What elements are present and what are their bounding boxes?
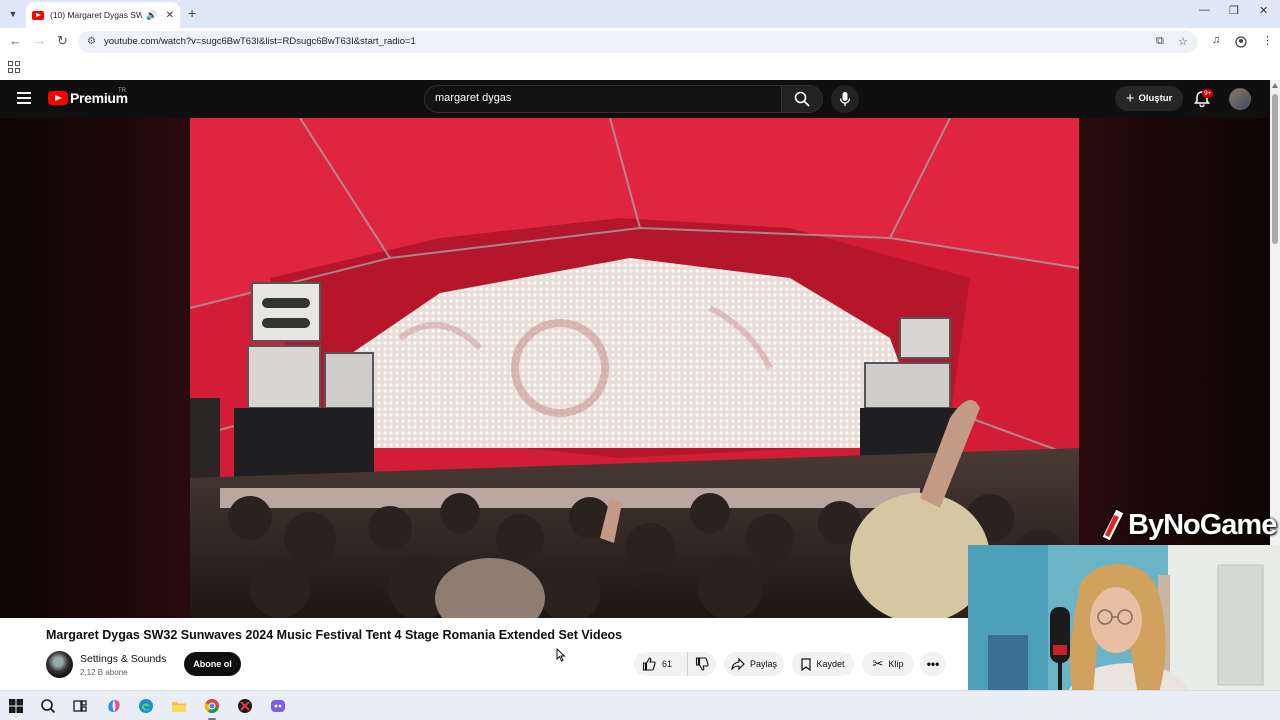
youtube-header: Premium TR + Oluştur 9+ bbox=[0, 80, 1270, 118]
browser-toolbar: ← → ↻ ⚙ youtube.com/watch?v=sugc6BwT63I&… bbox=[0, 28, 1280, 56]
bookmark-icon bbox=[801, 657, 812, 671]
restore-icon[interactable]: ❐ bbox=[1229, 4, 1239, 17]
site-info-icon[interactable]: ⚙ bbox=[87, 36, 96, 47]
dislike-button[interactable] bbox=[688, 657, 716, 671]
tab-title: (10) Margaret Dygas SW32 bbox=[50, 10, 143, 20]
save-button[interactable]: Kaydet bbox=[792, 652, 854, 676]
country-code: TR bbox=[118, 88, 126, 94]
search-input[interactable] bbox=[435, 92, 765, 104]
discord-icon[interactable] bbox=[270, 698, 286, 714]
task-view-icon[interactable] bbox=[72, 698, 88, 714]
streamer-watermark: ByNoGame bbox=[1098, 505, 1277, 545]
video-title: Margaret Dygas SW32 Sunwaves 2024 Music … bbox=[46, 628, 623, 642]
forward-arrow-icon[interactable]: → bbox=[33, 33, 46, 48]
thumbs-up-icon bbox=[642, 657, 656, 671]
video-player[interactable] bbox=[190, 118, 1079, 618]
speaker-icon[interactable]: 🔊 bbox=[146, 10, 157, 21]
scissors-icon: ✂ bbox=[872, 656, 884, 671]
profile-icon[interactable] bbox=[1235, 36, 1247, 48]
share-button[interactable]: Paylaş bbox=[724, 652, 784, 676]
browser-tab-active[interactable]: (10) Margaret Dygas SW32 🔊 ✕ bbox=[26, 2, 180, 28]
user-avatar[interactable] bbox=[1229, 88, 1251, 110]
clip-label: Klip bbox=[888, 659, 904, 669]
bookmarks-bar bbox=[0, 56, 1280, 80]
voice-search-button[interactable] bbox=[831, 85, 859, 113]
bynogame-logo-icon bbox=[1101, 508, 1125, 542]
subscriber-count: 2,12 B abone bbox=[80, 668, 128, 677]
channel-avatar[interactable] bbox=[46, 651, 73, 678]
apps-grid-icon[interactable] bbox=[8, 61, 20, 73]
scrollbar-thumb[interactable] bbox=[1272, 94, 1278, 244]
like-dislike-group: 61 bbox=[634, 652, 716, 676]
video-info-section: Margaret Dygas SW32 Sunwaves 2024 Music … bbox=[0, 618, 968, 690]
create-label: Oluştur bbox=[1138, 93, 1173, 104]
more-actions-button[interactable]: ••• bbox=[920, 652, 946, 676]
create-button[interactable]: + Oluştur bbox=[1115, 86, 1183, 111]
scroll-up-arrow-icon[interactable] bbox=[1272, 83, 1278, 88]
tab-close-icon[interactable]: ✕ bbox=[166, 10, 174, 21]
copilot-icon[interactable] bbox=[106, 698, 122, 714]
minimize-icon[interactable]: — bbox=[1199, 4, 1210, 16]
bookmark-star-icon[interactable]: ☆ bbox=[1178, 35, 1188, 48]
install-app-icon[interactable]: ⧉ bbox=[1156, 35, 1164, 48]
windows-start-icon[interactable] bbox=[8, 698, 24, 714]
save-label: Kaydet bbox=[816, 659, 845, 669]
reload-icon[interactable]: ↻ bbox=[57, 33, 68, 49]
watermark-text: ByNoGame bbox=[1128, 508, 1277, 541]
subscribe-button[interactable]: Abone ol bbox=[184, 652, 241, 676]
mouse-cursor-icon bbox=[556, 648, 566, 662]
share-label: Paylaş bbox=[749, 659, 777, 669]
plus-icon: + bbox=[1125, 90, 1135, 107]
clip-button[interactable]: ✂ Klip bbox=[862, 652, 914, 676]
windows-taskbar bbox=[0, 690, 1280, 720]
like-count: 61 bbox=[662, 659, 673, 669]
like-button[interactable]: 61 bbox=[634, 652, 688, 676]
app-icon[interactable] bbox=[237, 698, 253, 714]
search-icon bbox=[794, 91, 810, 107]
search-box[interactable] bbox=[424, 85, 782, 113]
menu-kebab-icon[interactable]: ⋮ bbox=[1262, 34, 1273, 47]
notification-badge: 9+ bbox=[1202, 89, 1214, 98]
browser-tab-bar: ▼ (10) Margaret Dygas SW32 🔊 ✕ + — ❐ ✕ bbox=[0, 0, 1280, 28]
media-control-icon[interactable]: ♫ bbox=[1212, 34, 1220, 46]
edge-icon[interactable] bbox=[138, 698, 154, 714]
window-close-icon[interactable]: ✕ bbox=[1259, 4, 1268, 17]
back-arrow-icon[interactable]: ← bbox=[9, 33, 22, 48]
channel-name[interactable]: Settings & Sounds bbox=[80, 653, 166, 665]
chrome-icon[interactable] bbox=[204, 698, 220, 714]
youtube-logo-icon[interactable] bbox=[48, 91, 68, 105]
microphone-icon bbox=[839, 92, 851, 106]
tab-search-button[interactable]: ▼ bbox=[4, 5, 22, 23]
thumbs-down-icon bbox=[695, 657, 709, 671]
address-bar[interactable]: ⚙ youtube.com/watch?v=sugc6BwT63I&list=R… bbox=[78, 31, 1198, 53]
new-tab-button[interactable]: + bbox=[188, 5, 196, 21]
youtube-favicon-icon bbox=[32, 10, 44, 20]
more-horizontal-icon: ••• bbox=[926, 657, 940, 671]
search-button[interactable] bbox=[781, 85, 823, 113]
hamburger-menu-icon[interactable] bbox=[17, 92, 31, 104]
share-arrow-icon bbox=[731, 658, 745, 670]
search-icon[interactable] bbox=[40, 698, 56, 714]
url-text[interactable]: youtube.com/watch?v=sugc6BwT63I&list=RDs… bbox=[104, 36, 416, 47]
file-explorer-icon[interactable] bbox=[171, 698, 187, 714]
video-frame-tent-stage bbox=[190, 118, 1079, 618]
